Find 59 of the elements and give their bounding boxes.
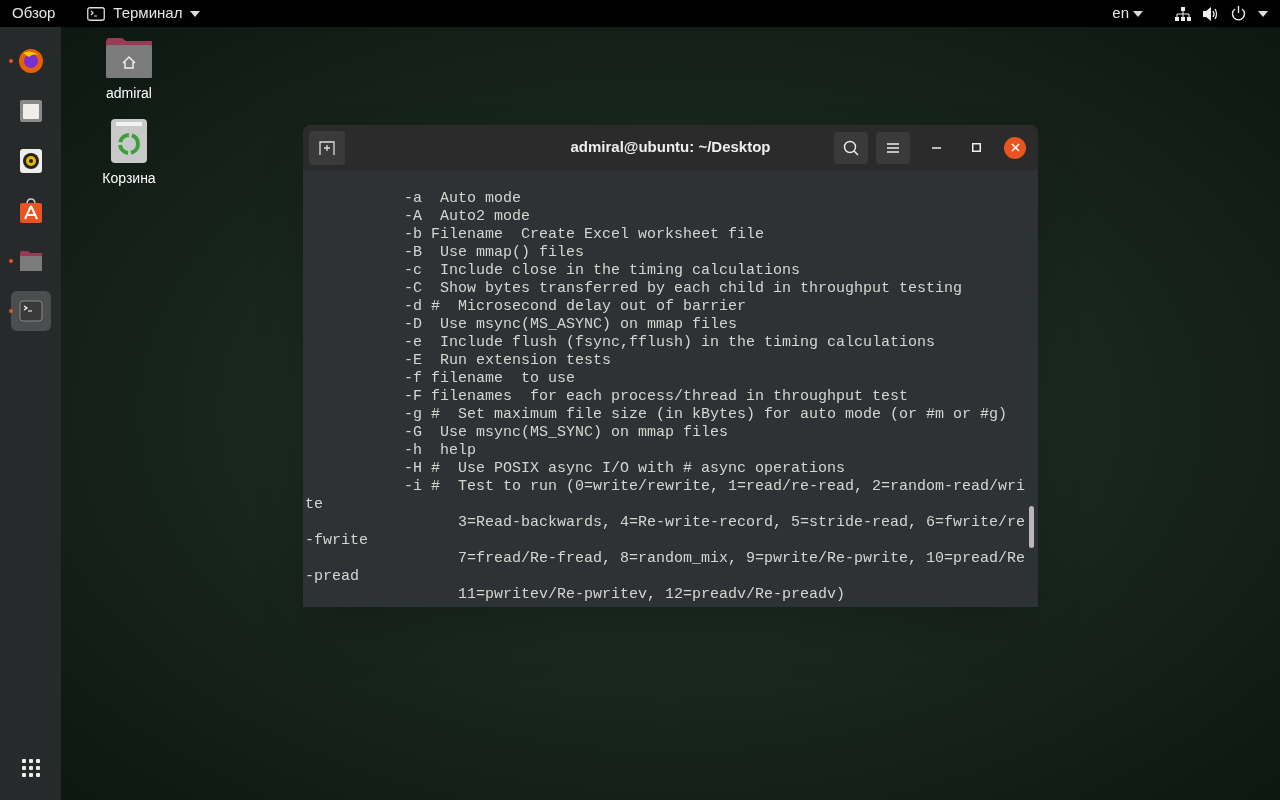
terminal-line: -pread (305, 568, 360, 586)
terminal-icon (87, 6, 106, 21)
terminal-line: -D Use msync(MS_ASYNC) on mmap files (403, 316, 739, 334)
minimize-icon (931, 146, 941, 149)
shopping-bag-icon (18, 198, 43, 224)
system-menu[interactable] (1175, 6, 1268, 21)
close-icon (1010, 143, 1020, 152)
terminal-line: -d # Microsecond delay out of barrier (403, 298, 748, 316)
terminal-line: -G Use msync(MS_SYNC) on mmap files (403, 424, 730, 442)
menu-button[interactable] (876, 131, 910, 164)
terminal-line: -A Auto2 mode (403, 208, 532, 226)
terminal-line: -H # Use POSIX async I/O with # async operations (403, 460, 847, 478)
caret-icon (190, 10, 201, 17)
app-grid-icon (21, 759, 40, 777)
browser-icon (16, 47, 45, 75)
desktop-icon[interactable]: Корзина (89, 118, 169, 189)
power-icon (1231, 6, 1246, 21)
terminal-icon (18, 300, 43, 322)
keyboard-layout-menu[interactable]: en (1112, 2, 1143, 25)
terminal-line: -g # Set maximum file size (in kBytes) for auto mode (or #m or #g) (403, 406, 1009, 424)
terminal-line: -i # Test to run (0=write/rewrite, 1=read/re-read, 2=random-read/wri (403, 478, 1027, 496)
terminal-line: -E Run extension tests (403, 352, 613, 370)
caret-icon (1133, 10, 1143, 17)
home-folder-icon (105, 37, 153, 79)
terminal-line: -f filename to use (403, 370, 577, 388)
terminal-line: -e Include flush (fsync,fflush) in the timing calculations (403, 334, 937, 352)
network-icon (1175, 6, 1191, 21)
terminal-line: -fwrite (305, 532, 369, 550)
desktop-icon-label: admiral (106, 84, 152, 103)
new-tab-icon (319, 140, 335, 155)
speaker-icon (18, 148, 43, 174)
terminal-line: 11=pwritev/Re-pwritev, 12=preadv/Re-preadv) (457, 586, 847, 604)
desktop-icon[interactable]: admiral (89, 37, 169, 104)
file-cabinet-icon (18, 99, 43, 123)
terminal-line: -F filenames for each process/thread in throughput test (403, 388, 910, 406)
app-menu[interactable]: Терминал (87, 2, 201, 25)
activities-button[interactable]: Обзор (12, 2, 56, 25)
terminal-line: -a Auto mode (403, 190, 523, 208)
trash-icon (110, 118, 148, 164)
scrollbar-thumb[interactable] (1029, 506, 1034, 548)
folder-icon (18, 250, 43, 272)
terminal-line: -B Use mmap() files (403, 244, 586, 262)
desktop-icon-label: Корзина (102, 169, 156, 188)
menu-icon (887, 142, 899, 153)
terminal-line: -b Filename Create Excel worksheet file (403, 226, 766, 244)
close-button[interactable] (1004, 136, 1026, 159)
terminal-line: -h help (403, 442, 478, 460)
search-icon (843, 139, 859, 156)
volume-icon (1203, 6, 1219, 21)
terminal-line: te (305, 496, 324, 514)
search-button[interactable] (834, 131, 868, 164)
new-tab-button[interactable] (309, 130, 345, 165)
maximize-icon (971, 143, 981, 152)
terminal-line: -c Include close in the timing calculations (403, 262, 802, 280)
window-title: admiral@ubuntu: ~/Desktop (570, 137, 771, 158)
caret-icon (1258, 10, 1268, 17)
terminal-line: -C Show bytes transferred by each child in throughput testing (403, 280, 964, 298)
terminal-line: 7=fread/Re-fread, 8=random_mix, 9=pwrite/Re-pwrite, 10=pread/Re (457, 550, 1027, 568)
terminal-line: 3=Read-backwards, 4=Re-write-record, 5=stride-read, 6=fwrite/re (457, 514, 1027, 532)
